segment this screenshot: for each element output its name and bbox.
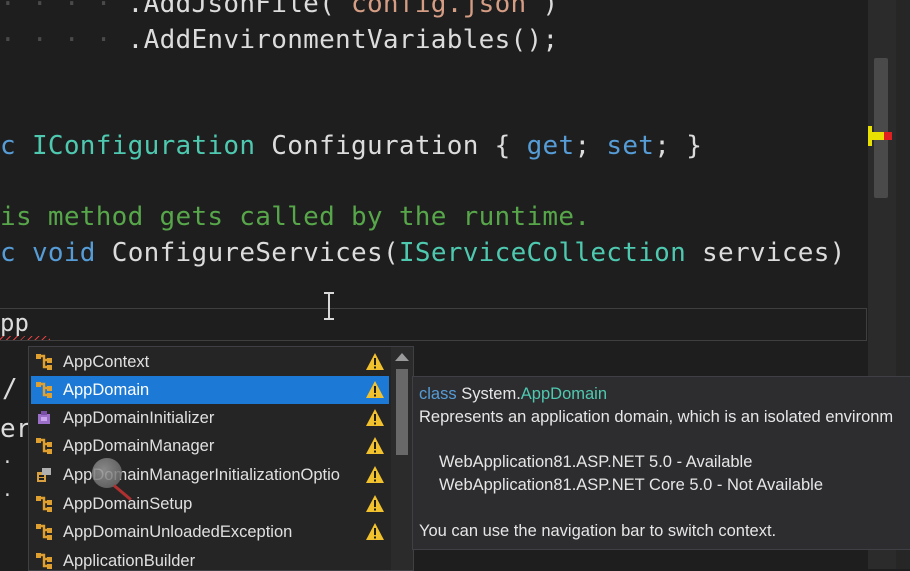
completion-item[interactable]: AppDomainSetup (31, 490, 389, 518)
warning-icon (366, 353, 384, 370)
type-name: IServiceCollection (398, 238, 687, 268)
completion-item[interactable]: AppDomainManager (31, 432, 389, 460)
tooltip-signature: class System.AppDomain (419, 385, 607, 404)
semicolon: ; (574, 131, 591, 161)
enum-icon (37, 468, 51, 482)
completion-item[interactable]: AppContext (31, 348, 389, 376)
completion-item[interactable]: AppDomainUnloadedException (31, 518, 389, 546)
class-icon (36, 553, 52, 569)
scroll-up-arrow-icon[interactable] (395, 353, 409, 361)
class-icon (36, 382, 52, 398)
property-name: Configuration (271, 131, 479, 161)
error-squiggle (0, 336, 50, 340)
completion-item-label: ApplicationBuilder (63, 552, 196, 570)
keyword-fragment: c (0, 131, 16, 161)
completion-item[interactable]: AppDomainInitializer (31, 404, 389, 432)
semicolon: ; (654, 131, 671, 161)
completion-scrollbar-thumb[interactable] (396, 369, 408, 455)
completion-item-label: AppDomainUnloadedException (63, 523, 293, 541)
code-fragment: er (0, 414, 32, 444)
quick-info-tooltip: class System.AppDomain Represents an app… (412, 376, 910, 550)
warning-icon (366, 409, 384, 426)
code-line-configuration-property: c IConfiguration Configuration { get; se… (0, 128, 702, 164)
class-icon (36, 496, 52, 512)
tooltip-type: AppDomain (520, 385, 608, 403)
warning-icon (366, 437, 384, 454)
warning-icon (366, 495, 384, 512)
tooltip-namespace: System. (461, 385, 521, 403)
completion-item-label: AppDomainInitializer (63, 409, 215, 427)
method-call: .AddJsonFile( (127, 0, 336, 19)
brace: } (686, 131, 703, 161)
keyword-void: void (31, 238, 96, 268)
mouse-highlight-icon (92, 458, 122, 488)
keyword-fragment: c (0, 238, 16, 268)
completion-item-selected[interactable]: AppDomain (31, 376, 389, 404)
keyword-set: set (606, 131, 655, 161)
tooltip-hint: You can use the navigation bar to switch… (419, 522, 777, 540)
text-cursor-icon (324, 292, 334, 320)
warning-icon (366, 523, 384, 540)
paren: ) (542, 0, 559, 19)
code-line-add-json-file: · · · · .AddJsonFile("config.json") (0, 0, 558, 22)
completion-item[interactable]: AppDomainManagerInitializationOptio (31, 461, 389, 489)
tooltip-description: Represents an application domain, which … (419, 408, 894, 426)
method-call: .AddEnvironmentVariables(); (127, 25, 559, 55)
code-line-configure-services: c void ConfigureServices(IServiceCollect… (0, 235, 846, 271)
warning-icon (366, 466, 384, 483)
class-icon (36, 354, 52, 370)
current-line-highlight (0, 308, 867, 341)
keyword-get: get (526, 131, 575, 161)
intellisense-completion-list[interactable]: AppContext AppDomain AppDomainInitialize… (28, 346, 414, 571)
parameter-name: services) (702, 238, 846, 268)
delegate-icon (38, 411, 50, 424)
type-name: IConfiguration (31, 131, 256, 161)
completion-item-label: AppDomainManager (63, 437, 215, 455)
class-icon (36, 438, 52, 454)
code-line-add-env-vars: · · · · .AddEnvironmentVariables(); (0, 25, 559, 55)
class-icon (36, 524, 52, 540)
string-literal: "config.json" (335, 0, 543, 19)
typed-text[interactable]: pp (0, 308, 29, 339)
code-fragment: / (2, 374, 18, 404)
completion-item-label: AppDomain (63, 381, 150, 399)
tooltip-availability: WebApplication81.ASP.NET 5.0 - Available (439, 453, 753, 471)
whitespace-dots: · (2, 452, 13, 473)
brace: { (494, 131, 511, 161)
error-marker (884, 132, 892, 140)
completion-item[interactable]: ApplicationBuilder (31, 547, 389, 570)
scrollbar-thumb[interactable] (874, 58, 888, 198)
change-marker (868, 132, 884, 140)
warning-icon (366, 381, 384, 398)
comment: is method gets called by the runtime. (0, 202, 591, 232)
whitespace-dots: · (2, 485, 13, 506)
tooltip-availability: WebApplication81.ASP.NET Core 5.0 - Not … (439, 476, 824, 494)
tooltip-kind: class (419, 385, 457, 403)
code-line-comment: is method gets called by the runtime. (0, 199, 590, 235)
completion-item-label: AppContext (63, 353, 150, 371)
method-name: ConfigureServices( (111, 238, 399, 268)
